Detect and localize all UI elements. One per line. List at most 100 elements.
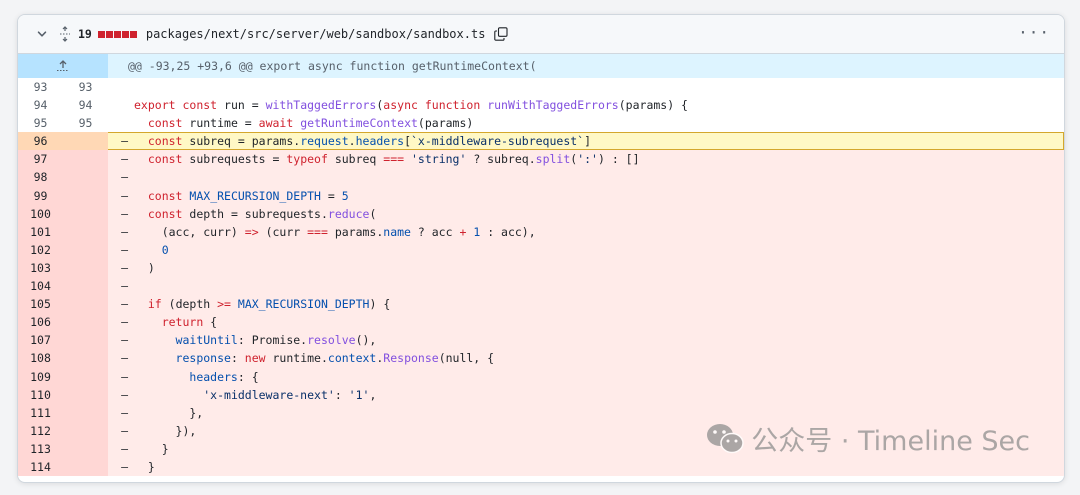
- unfold-icon[interactable]: [58, 26, 72, 42]
- code-text: =: [320, 188, 342, 203]
- old-line-number[interactable]: 114: [18, 457, 63, 477]
- code-content: [128, 168, 1064, 186]
- old-line-number[interactable]: 108: [18, 349, 63, 368]
- old-line-number[interactable]: 112: [18, 421, 63, 440]
- old-line-number[interactable]: 96: [18, 132, 63, 151]
- code-text: :: [230, 351, 245, 366]
- old-line-number[interactable]: 97: [18, 150, 63, 169]
- expand-up-icon[interactable]: [18, 54, 108, 78]
- keyword-token: async: [383, 98, 418, 113]
- old-line-number[interactable]: 105: [18, 295, 63, 314]
- diff-deleted-line: 103 – ): [18, 258, 1064, 278]
- new-line-number[interactable]: [63, 186, 108, 205]
- keyword-token: typeof: [286, 152, 328, 167]
- keyword-token: await: [258, 116, 294, 131]
- new-line-number[interactable]: [63, 168, 108, 187]
- new-line-number[interactable]: [63, 331, 108, 350]
- old-line-number[interactable]: 110: [18, 385, 63, 404]
- code-text: ,: [369, 387, 377, 402]
- old-line-number[interactable]: 107: [18, 331, 63, 350]
- diff-marker: –: [121, 134, 128, 149]
- keyword-token: =>: [244, 224, 259, 239]
- code-content: return {: [128, 313, 1064, 331]
- old-line-number[interactable]: 111: [18, 403, 63, 422]
- function-token: resolve: [307, 333, 356, 348]
- old-line-number[interactable]: 98: [18, 168, 63, 187]
- code-content: export const run = withTaggedErrors(asyn…: [128, 96, 1064, 114]
- diffstat-block: [105, 30, 113, 38]
- old-line-number[interactable]: 93: [18, 78, 63, 97]
- code-text: {: [203, 315, 218, 330]
- function-token: Response: [383, 351, 439, 366]
- new-line-number[interactable]: [63, 421, 108, 440]
- new-line-number[interactable]: 94: [63, 96, 108, 115]
- code-text: depth = subrequests.: [182, 206, 328, 221]
- new-line-number[interactable]: 93: [63, 78, 108, 97]
- old-line-number[interactable]: 101: [18, 222, 63, 241]
- code-text: params.: [327, 224, 384, 239]
- old-line-number[interactable]: 99: [18, 186, 63, 205]
- code-text: [: [404, 134, 411, 149]
- diff-marker: –: [121, 315, 128, 330]
- old-line-number[interactable]: 94: [18, 96, 63, 115]
- old-line-number[interactable]: 95: [18, 114, 63, 133]
- code-content: const subrequests = typeof subreq === 's…: [128, 150, 1064, 168]
- diff-marker: –: [121, 297, 128, 312]
- diff-marker: [108, 78, 128, 96]
- keyword-token: const: [147, 134, 183, 149]
- old-line-number[interactable]: 100: [18, 204, 63, 223]
- new-line-number[interactable]: [63, 240, 108, 259]
- new-line-number[interactable]: [63, 349, 108, 368]
- copy-icon[interactable]: [493, 26, 509, 42]
- old-line-number[interactable]: 113: [18, 439, 63, 458]
- code-text: ? acc: [410, 224, 460, 239]
- file-path[interactable]: packages/next/src/server/web/sandbox/san…: [146, 27, 486, 41]
- new-line-number[interactable]: [63, 204, 108, 223]
- constant-token: MAX_RECURSION_DEPTH: [189, 188, 321, 203]
- code-text: ? subreq.: [466, 152, 536, 167]
- code-content: const MAX_RECURSION_DEPTH = 5: [128, 187, 1064, 205]
- new-line-number[interactable]: [63, 367, 108, 386]
- old-line-number[interactable]: 104: [18, 277, 63, 296]
- new-line-number[interactable]: [63, 277, 108, 296]
- keyword-token: const: [147, 188, 183, 203]
- diffstat-block: [121, 30, 129, 38]
- property-token: headers: [189, 369, 238, 384]
- new-line-number[interactable]: [63, 403, 108, 422]
- new-line-number[interactable]: [63, 222, 108, 241]
- new-line-number[interactable]: [63, 385, 108, 404]
- keyword-token: if: [147, 297, 162, 312]
- new-line-number[interactable]: [63, 258, 108, 278]
- old-line-number[interactable]: 109: [18, 367, 63, 386]
- chevron-down-icon[interactable]: [36, 28, 48, 40]
- diff-marker: –: [121, 387, 128, 402]
- new-line-number[interactable]: [63, 295, 108, 314]
- new-line-number[interactable]: [63, 150, 108, 169]
- code-text: (: [369, 206, 377, 221]
- function-token: reduce: [327, 206, 370, 221]
- old-line-number[interactable]: 106: [18, 313, 63, 332]
- new-line-number[interactable]: 95: [63, 114, 108, 133]
- old-line-number[interactable]: 102: [18, 240, 63, 259]
- diff-file-card: 19 packages/next/src/server/web/sandbox/…: [17, 14, 1065, 483]
- new-line-number[interactable]: [63, 313, 108, 332]
- keyword-token: const: [147, 206, 183, 221]
- diff-marker: –: [121, 152, 128, 167]
- diff-marker: –: [121, 333, 128, 348]
- new-line-number[interactable]: [63, 457, 108, 477]
- new-line-number[interactable]: [63, 132, 108, 151]
- code-content: (acc, curr) => (curr === params.name ? a…: [128, 223, 1064, 241]
- watermark: 公众号 · Timeline Sec: [705, 419, 1030, 458]
- function-token: split: [535, 152, 571, 167]
- diff-marker: –: [121, 423, 128, 438]
- code-text: }),: [134, 423, 197, 438]
- new-line-number[interactable]: [63, 439, 108, 458]
- code-content: }: [128, 458, 1064, 476]
- code-text: ) : []: [597, 152, 640, 167]
- diff-marker: –: [121, 405, 128, 420]
- kebab-menu-icon[interactable]: ···: [1018, 25, 1050, 41]
- old-line-number[interactable]: 103: [18, 258, 63, 278]
